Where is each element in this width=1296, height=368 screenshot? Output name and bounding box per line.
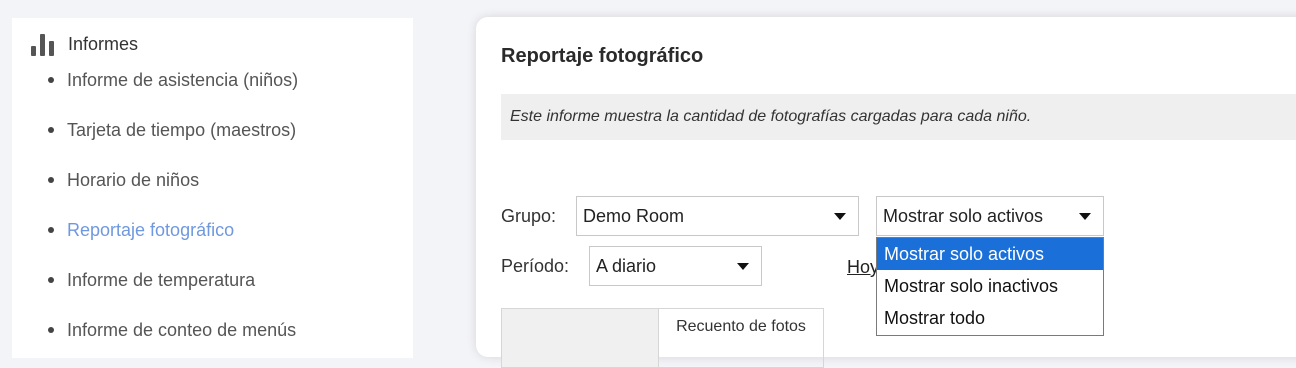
page-title: Reportaje fotográfico (501, 45, 704, 67)
sidebar-header[interactable]: Informes (30, 30, 138, 58)
sidebar-menu: Informe de asistencia (niños) Tarjeta de… (12, 70, 413, 355)
bullet-icon (48, 177, 54, 183)
description-box: Este informe muestra la cantidad de foto… (501, 94, 1296, 140)
bullet-icon (48, 127, 54, 133)
group-select-value: Demo Room (583, 206, 685, 226)
report-table: Recuento de fotos (501, 308, 824, 368)
bullet-icon (48, 277, 54, 283)
sidebar-item-menu-count-report[interactable]: Informe de conteo de menús (12, 305, 413, 355)
sidebar-item-children-schedule[interactable]: Horario de niños (12, 155, 413, 205)
sidebar-title: Informes (68, 33, 139, 54)
bullet-icon (48, 227, 54, 233)
group-label: Grupo: (501, 206, 557, 226)
dropdown-option-active[interactable]: Mostrar solo activos (877, 238, 1103, 270)
sidebar-item-label: Informe de temperatura (67, 269, 256, 290)
status-filter-value: Mostrar solo activos (883, 206, 1044, 226)
sidebar-item-label: Horario de niños (67, 169, 200, 190)
period-label: Período: (501, 256, 570, 276)
sidebar-item-temperature-report[interactable]: Informe de temperatura (12, 255, 413, 305)
sidebar-item-label: Reportaje fotográfico (67, 219, 235, 240)
status-filter-dropdown: Mostrar solo activos Mostrar solo inacti… (876, 237, 1104, 336)
chevron-down-icon (834, 213, 846, 220)
sidebar-item-photo-report[interactable]: Reportaje fotográfico (12, 205, 413, 255)
period-select-value: A diario (596, 256, 657, 276)
chevron-down-icon (1079, 213, 1091, 220)
sidebar-item-label: Informe de asistencia (niños) (67, 69, 299, 90)
sidebar-item-attendance-report[interactable]: Informe de asistencia (niños) (12, 55, 413, 105)
table-header-empty (501, 308, 659, 368)
chevron-down-icon (737, 263, 749, 270)
period-select[interactable]: A diario (589, 246, 762, 286)
sidebar: Informes Informe de asistencia (niños) T… (12, 18, 413, 358)
bar-chart-icon (30, 32, 56, 56)
bullet-icon (48, 77, 54, 83)
description-text: Este informe muestra la cantidad de foto… (510, 108, 1032, 125)
today-link[interactable]: Hoy (847, 257, 879, 278)
table-header-photo-count: Recuento de fotos (659, 308, 824, 368)
status-filter-select[interactable]: Mostrar solo activos (876, 196, 1104, 236)
bullet-icon (48, 327, 54, 333)
group-select[interactable]: Demo Room (576, 196, 859, 236)
sidebar-item-label: Informe de conteo de menús (67, 319, 297, 340)
dropdown-option-inactive[interactable]: Mostrar solo inactivos (877, 270, 1103, 302)
dropdown-option-all[interactable]: Mostrar todo (877, 302, 1103, 334)
sidebar-item-label: Tarjeta de tiempo (maestros) (67, 119, 297, 140)
sidebar-item-timecard[interactable]: Tarjeta de tiempo (maestros) (12, 105, 413, 155)
